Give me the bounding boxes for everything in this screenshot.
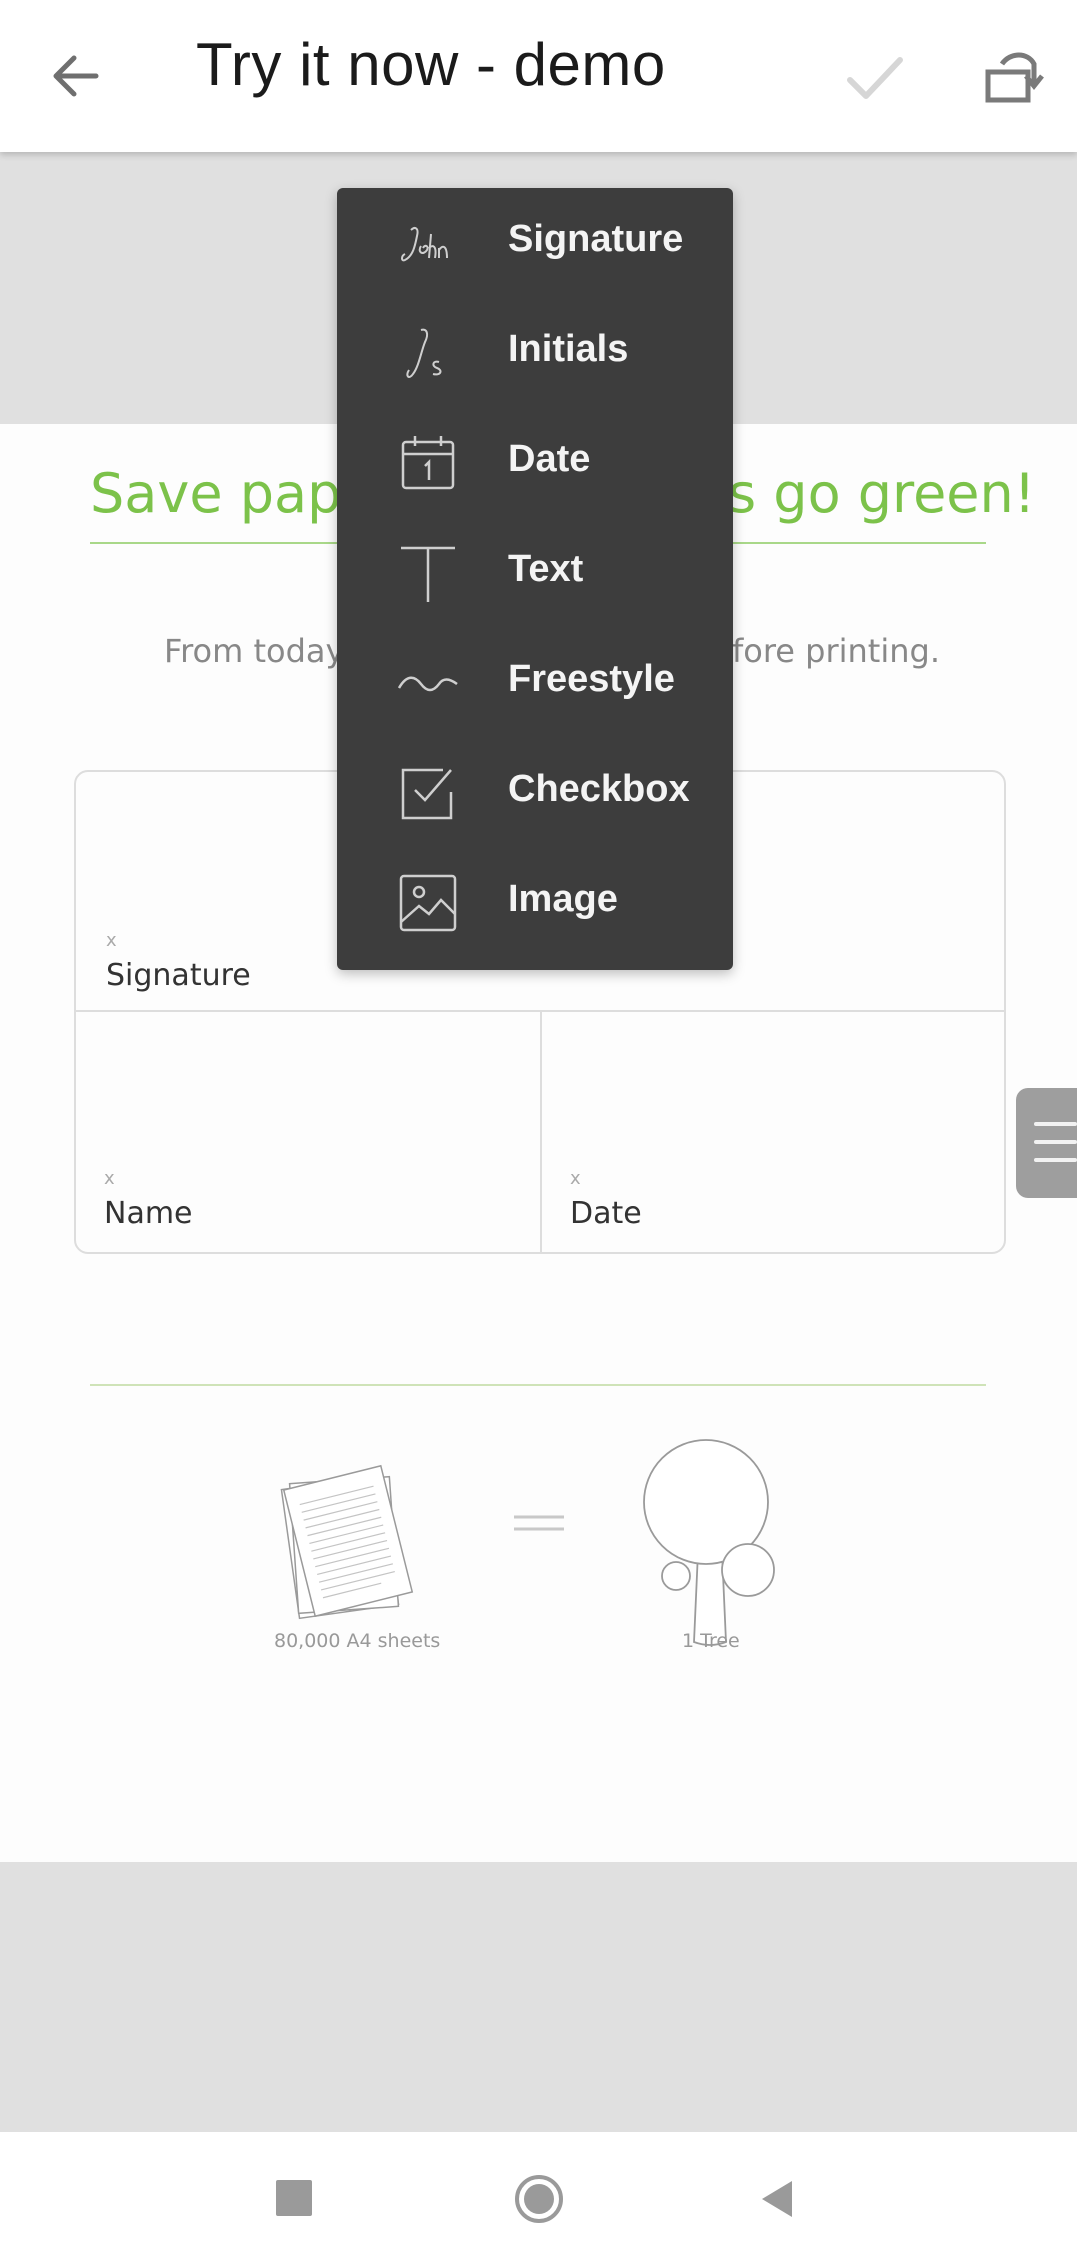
name-field[interactable]: x Name <box>76 1012 540 1252</box>
recent-apps-icon[interactable] <box>276 2180 312 2216</box>
menu-item-initials[interactable]: Initials <box>337 298 733 408</box>
tree-icon <box>643 1439 775 1646</box>
signature-script-icon <box>401 227 448 262</box>
menu-item-label: Date <box>508 438 591 480</box>
paper-caption: 80,000 A4 sheets <box>274 1630 441 1652</box>
document-subtext-right: fore printing. <box>732 632 940 670</box>
handle-line <box>1034 1140 1077 1144</box>
document-heading-right: s go green! <box>728 462 1036 525</box>
side-menu-handle[interactable] <box>1016 1088 1077 1198</box>
menu-item-label: Initials <box>508 328 629 370</box>
date-field-x: x <box>570 1168 581 1189</box>
menu-item-freestyle[interactable]: Freestyle <box>337 628 733 738</box>
handle-line <box>1034 1158 1077 1162</box>
paper-tree-illustration: 80,000 A4 sheets 1 Tree <box>0 1439 1077 1724</box>
rotate-icon[interactable] <box>972 42 1052 114</box>
document-heading-left: Save pape <box>90 462 375 525</box>
date-field-label: Date <box>570 1196 642 1231</box>
signature-field-label: Signature <box>106 958 251 993</box>
signature-field-x: x <box>106 930 117 951</box>
tree-caption: 1 Tree <box>682 1630 740 1652</box>
system-nav-bar <box>0 2132 1077 2260</box>
text-t-icon <box>401 546 455 602</box>
menu-item-label: Text <box>508 548 584 590</box>
back-arrow-icon[interactable] <box>40 40 112 112</box>
calendar-icon <box>401 436 455 490</box>
menu-item-checkbox[interactable]: Checkbox <box>337 738 733 848</box>
home-icon[interactable] <box>514 2174 564 2224</box>
menu-item-signature[interactable]: Signature <box>337 188 733 298</box>
bottom-divider <box>90 1384 986 1386</box>
menu-item-text[interactable]: Text <box>337 518 733 628</box>
check-icon[interactable] <box>838 42 910 114</box>
menu-item-label: Signature <box>508 218 684 260</box>
page-title: Try it now - demo <box>196 31 666 98</box>
freestyle-wave-icon <box>397 676 458 692</box>
equals-icon <box>514 1515 564 1531</box>
document-subtext-left: From today <box>164 632 345 670</box>
nav-back-icon[interactable] <box>758 2178 800 2220</box>
checkbox-icon <box>401 768 453 820</box>
field-type-menu: Signature Initials Date Text Freestyle C… <box>337 188 733 970</box>
menu-item-image[interactable]: Image <box>337 848 733 958</box>
menu-item-label: Image <box>508 878 618 920</box>
date-field[interactable]: x Date <box>542 1012 1004 1252</box>
menu-item-label: Freestyle <box>508 658 675 700</box>
image-icon <box>399 874 457 932</box>
name-field-label: Name <box>104 1196 193 1231</box>
menu-item-date[interactable]: Date <box>337 408 733 518</box>
initials-script-icon <box>406 328 442 378</box>
menu-item-label: Checkbox <box>508 768 690 810</box>
name-field-x: x <box>104 1168 115 1189</box>
paper-stack-icon <box>280 1464 414 1620</box>
app-bar: Try it now - demo <box>0 0 1077 152</box>
handle-line <box>1034 1122 1077 1126</box>
